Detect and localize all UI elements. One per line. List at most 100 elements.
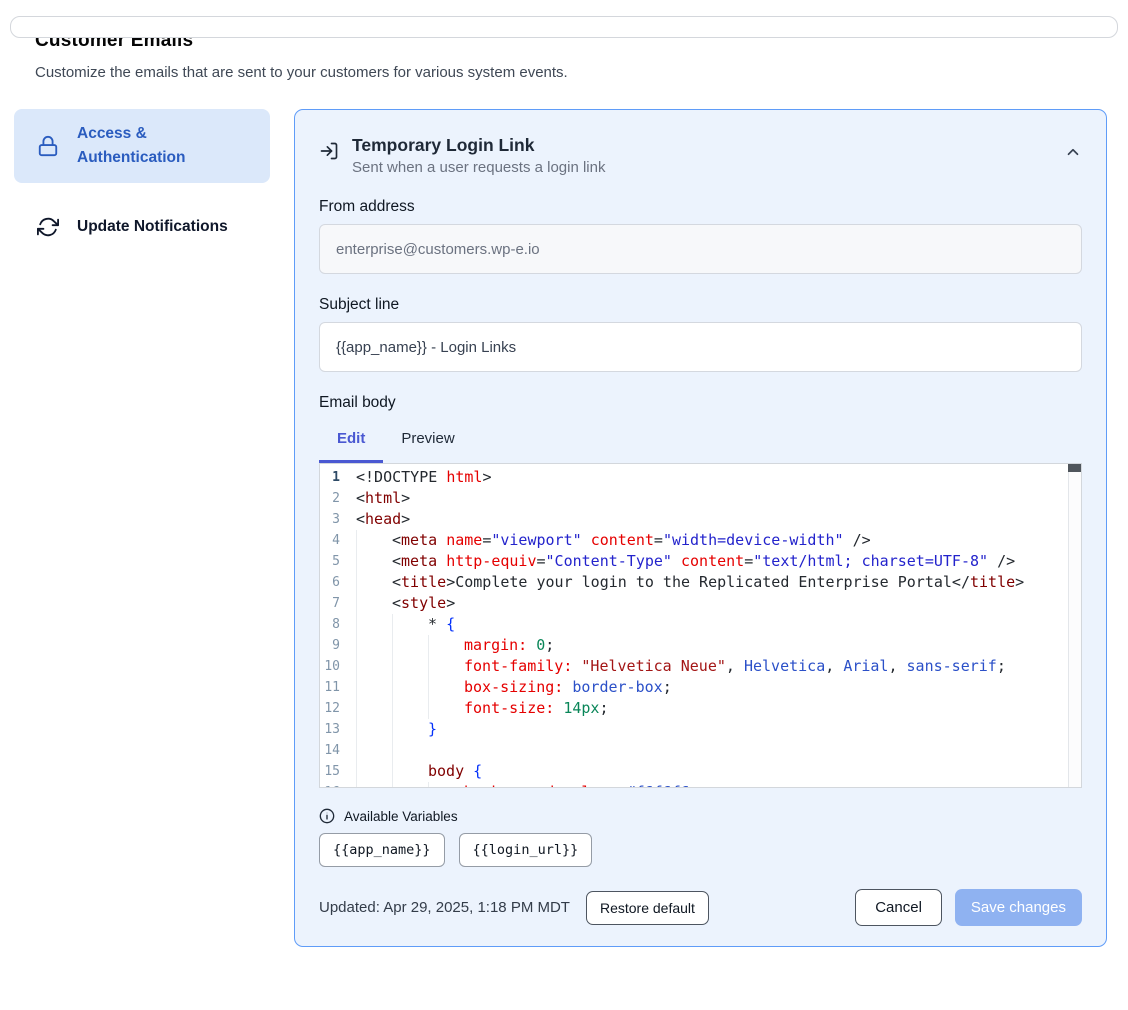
line-number: 10	[320, 656, 356, 677]
code-token: Arial	[843, 657, 888, 675]
indent-guide	[428, 698, 464, 719]
code-token: content	[681, 552, 744, 570]
indent-guide	[356, 698, 392, 719]
code-token: />	[988, 552, 1015, 570]
from-address-field: From address	[319, 198, 1082, 274]
sidebar-item-access-authentication[interactable]: Access & Authentication	[14, 109, 270, 183]
code-text: <style>	[356, 593, 455, 614]
indent-guide	[356, 551, 392, 572]
code-token: ,	[888, 657, 906, 675]
code-token: >	[446, 594, 455, 612]
tab-edit[interactable]: Edit	[319, 424, 383, 463]
info-icon	[319, 808, 335, 824]
indent-guide	[392, 677, 428, 698]
code-text	[356, 740, 428, 761]
code-line: 2<html>	[320, 488, 1081, 509]
code-token: html	[446, 468, 482, 486]
code-text: <!DOCTYPE html>	[356, 467, 491, 488]
line-number: 15	[320, 761, 356, 782]
indent-guide	[428, 782, 464, 788]
line-number: 2	[320, 488, 356, 509]
sidebar-item-label: Update Notifications	[77, 215, 228, 239]
available-variables-row: Available Variables	[319, 808, 1082, 824]
code-token: margin:	[464, 636, 536, 654]
code-token: >Complete your login to the Replicated E…	[446, 573, 970, 591]
code-editor[interactable]: 1<!DOCTYPE html>2<html>3<head>4<meta nam…	[319, 463, 1082, 788]
code-token: <	[356, 510, 365, 528]
code-text: <title>Complete your login to the Replic…	[356, 572, 1024, 593]
code-token: body	[428, 762, 464, 780]
code-line: 8* {	[320, 614, 1081, 635]
code-token: title	[970, 573, 1015, 591]
code-line: 6<title>Complete your login to the Repli…	[320, 572, 1081, 593]
code-token: ;	[663, 678, 672, 696]
indent-guide	[356, 635, 392, 656]
code-token: title	[401, 573, 446, 591]
code-token: box-sizing:	[464, 678, 572, 696]
line-number: 3	[320, 509, 356, 530]
code-line: 11box-sizing: border-box;	[320, 677, 1081, 698]
indent-guide	[356, 740, 392, 761]
subject-line-input[interactable]	[319, 322, 1082, 372]
code-token: />	[844, 531, 871, 549]
code-text: background-color: #f6f6f6;	[356, 782, 699, 788]
code-token: "Helvetica Neue"	[581, 657, 726, 675]
code-token: sans-serif	[907, 657, 997, 675]
available-variables-label: Available Variables	[344, 809, 458, 824]
code-line: 16background-color: #f6f6f6;	[320, 782, 1081, 788]
indent-guide	[356, 593, 392, 614]
code-token: <!DOCTYPE	[356, 468, 446, 486]
code-token: "width=device-width"	[663, 531, 844, 549]
tab-preview[interactable]: Preview	[383, 424, 472, 463]
from-address-input[interactable]	[319, 224, 1082, 274]
line-number: 14	[320, 740, 356, 761]
indent-guide	[356, 677, 392, 698]
code-token: meta	[401, 552, 437, 570]
code-token: style	[401, 594, 446, 612]
code-text: <html>	[356, 488, 410, 509]
code-token: <	[392, 594, 401, 612]
code-token: =	[654, 531, 663, 549]
line-number: 12	[320, 698, 356, 719]
code-token: http-equiv	[446, 552, 536, 570]
code-text: <meta name="viewport" content="width=dev…	[356, 530, 871, 551]
cancel-button[interactable]: Cancel	[855, 889, 942, 926]
collapse-button[interactable]	[1064, 143, 1082, 161]
code-token: <	[392, 531, 401, 549]
panel-title: Temporary Login Link	[352, 135, 605, 156]
restore-default-button[interactable]: Restore default	[586, 891, 709, 925]
indent-guide	[356, 614, 392, 635]
from-address-label: From address	[319, 198, 1082, 216]
code-text: body {	[356, 761, 482, 782]
code-line: 5<meta http-equiv="Content-Type" content…	[320, 551, 1081, 572]
save-changes-button[interactable]: Save changes	[955, 889, 1082, 926]
indent-guide	[356, 782, 392, 788]
code-area: 1<!DOCTYPE html>2<html>3<head>4<meta nam…	[320, 467, 1081, 788]
code-token: ,	[825, 657, 843, 675]
lock-icon	[37, 135, 59, 157]
editor-scrollbar-track[interactable]	[1068, 464, 1081, 787]
line-number: 9	[320, 635, 356, 656]
line-number: 11	[320, 677, 356, 698]
page-subtitle: Customize the emails that are sent to yo…	[35, 64, 1093, 81]
code-line: 14	[320, 740, 1081, 761]
indent-guide	[392, 635, 428, 656]
code-line: 9margin: 0;	[320, 635, 1081, 656]
indent-guide	[356, 761, 392, 782]
code-token: Helvetica	[744, 657, 825, 675]
code-text: <head>	[356, 509, 410, 530]
indent-guide	[428, 635, 464, 656]
email-body-field: Email body Edit Preview 1<!DOCTYPE html>…	[319, 394, 1082, 788]
indent-guide	[392, 740, 428, 761]
code-token	[582, 531, 591, 549]
variable-chip-app-name[interactable]: {{app_name}}	[319, 833, 445, 867]
sidebar-item-update-notifications[interactable]: Update Notifications	[14, 202, 270, 252]
code-text: box-sizing: border-box;	[356, 677, 672, 698]
content-area: Access & Authentication Update Notificat…	[0, 109, 1128, 947]
code-token	[464, 762, 473, 780]
indent-guide	[392, 656, 428, 677]
editor-scrollbar-thumb[interactable]	[1068, 464, 1081, 472]
variable-chip-login-url[interactable]: {{login_url}}	[459, 833, 593, 867]
code-token: =	[537, 552, 546, 570]
indent-guide	[356, 572, 392, 593]
